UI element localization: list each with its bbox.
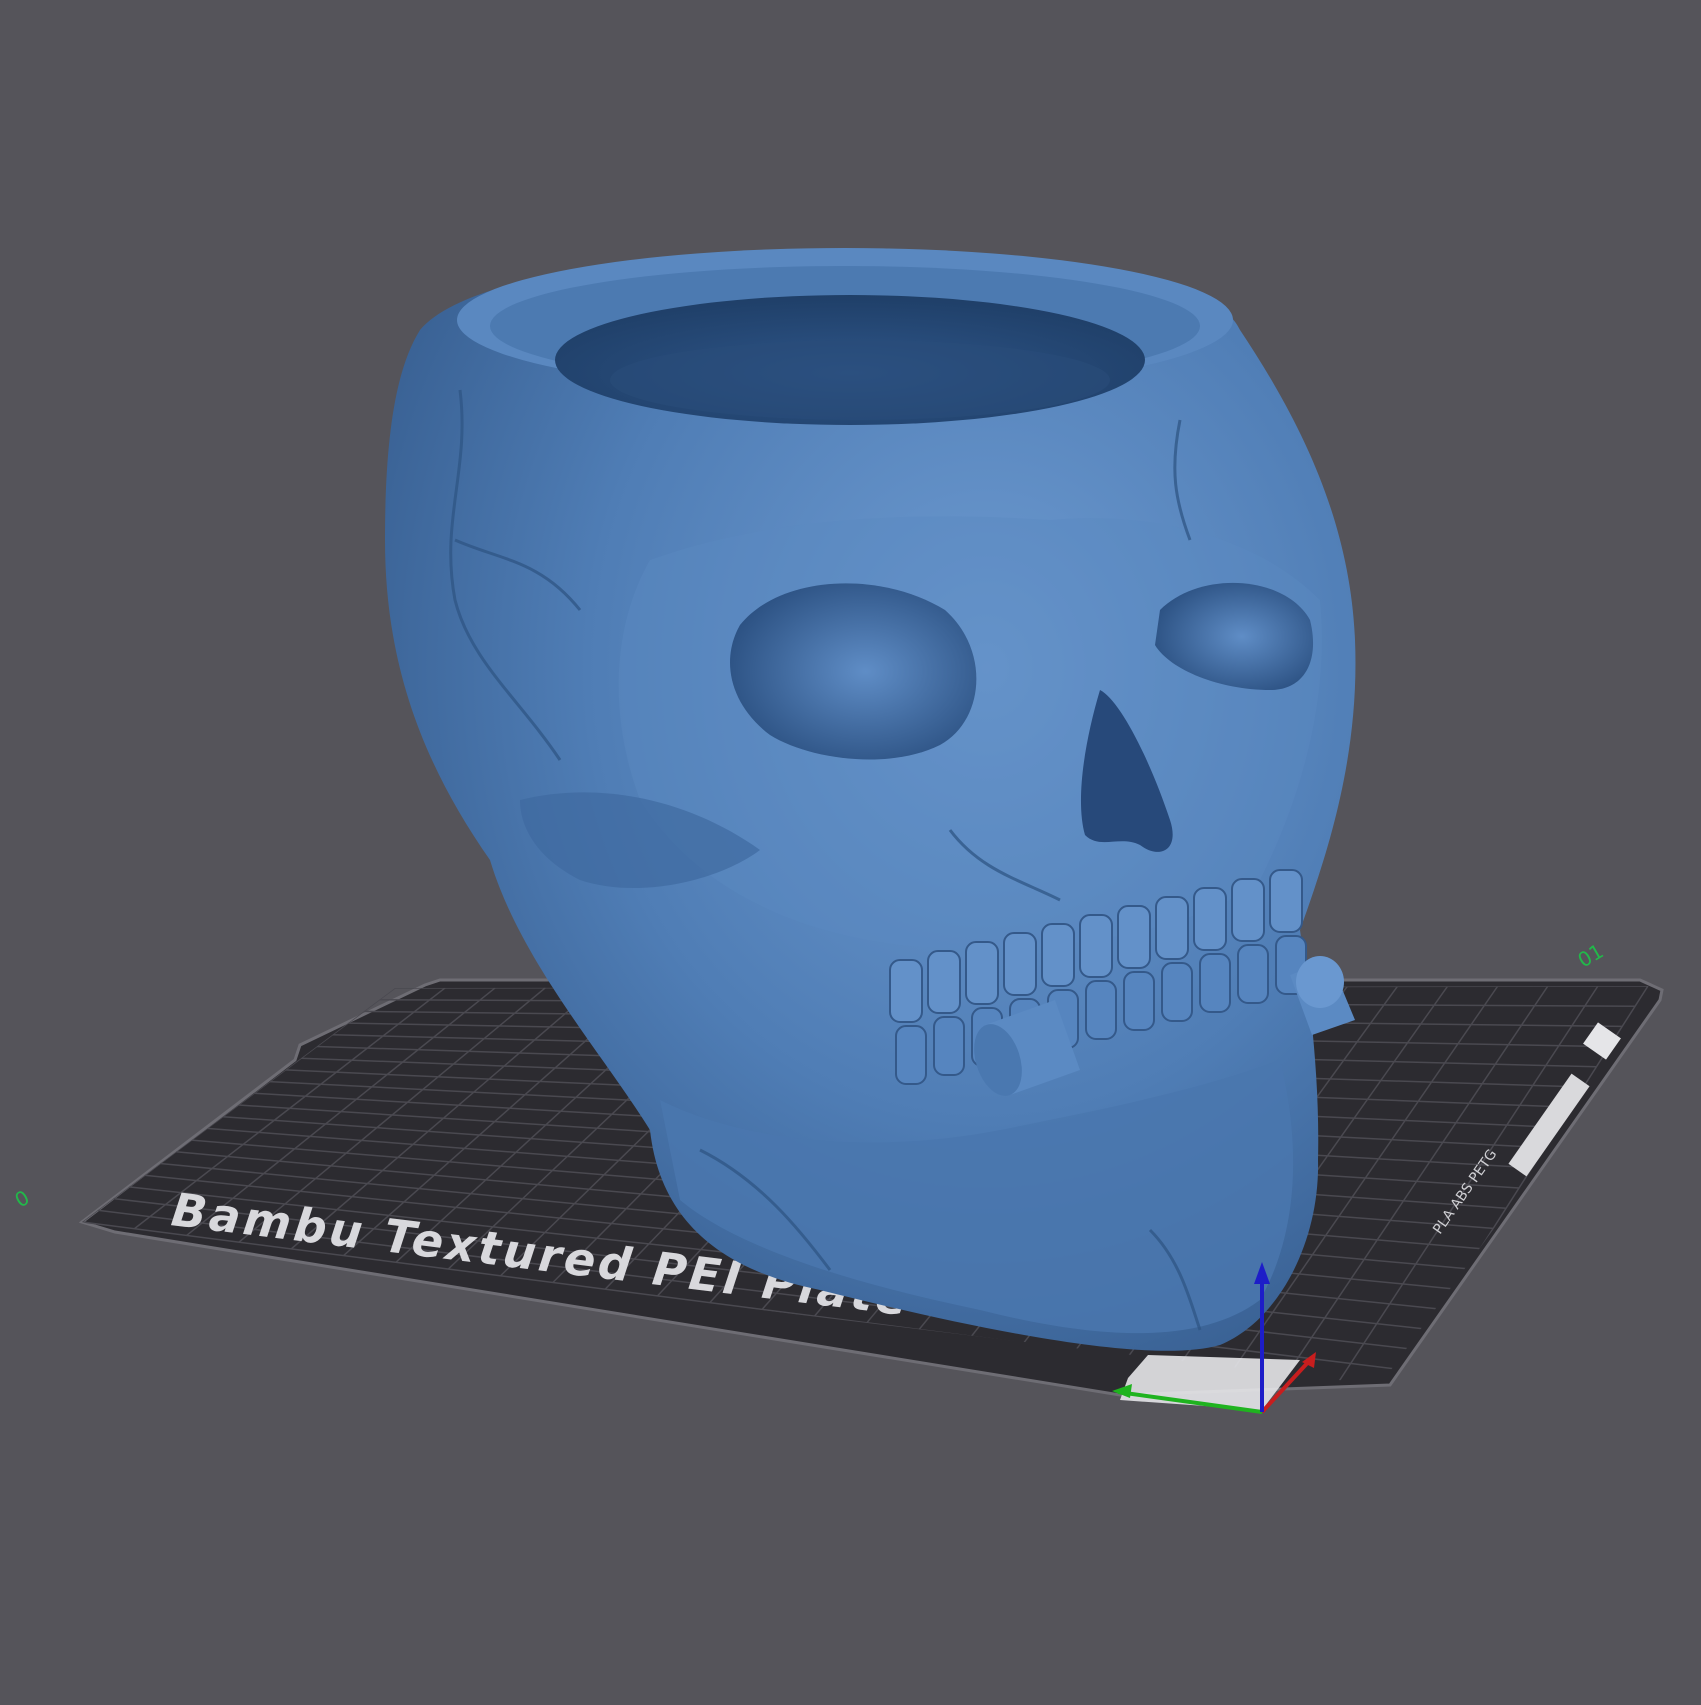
pot-opening-floor	[610, 340, 1110, 420]
skull-face-plane	[618, 516, 1322, 949]
far-corner-label: 01	[1574, 939, 1608, 973]
viewport-canvas[interactable]: Bambu Textured PEI Plate 0 01 PLA ABS PE…	[0, 0, 1701, 1700]
origin-corner-label: 0	[11, 1185, 34, 1212]
3d-viewport[interactable]: Bambu Textured PEI Plate 0 01 PLA ABS PE…	[0, 0, 1701, 1700]
